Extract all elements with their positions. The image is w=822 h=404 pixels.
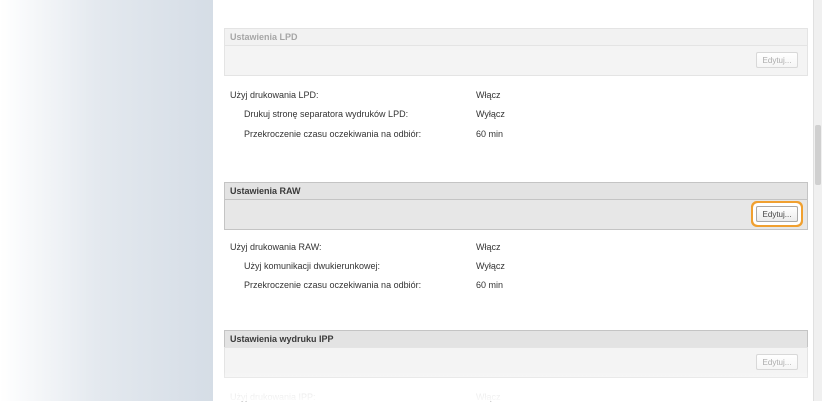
lpd-enable-label: Użyj drukowania LPD: xyxy=(230,90,319,100)
raw-enable-value: Włącz xyxy=(476,242,501,252)
lpd-timeout-label: Przekroczenie czasu oczekiwania na odbió… xyxy=(244,129,422,139)
raw-settings-section: Ustawienia RAW Edytuj... xyxy=(224,182,808,230)
raw-edit-button[interactable]: Edytuj... xyxy=(756,206,798,222)
scrollbar-thumb[interactable] xyxy=(815,125,821,185)
raw-bidirectional-value: Wyłącz xyxy=(476,261,505,271)
lpd-separator-label: Drukuj stronę separatora wydruków LPD: xyxy=(244,109,409,119)
ipp-edit-button[interactable]: Edytuj... xyxy=(756,354,798,370)
bottom-fade-overlay xyxy=(213,371,813,401)
lpd-timeout-value: 60 min xyxy=(476,129,504,139)
lpd-section-title: Ustawienia LPD xyxy=(224,28,808,45)
raw-settings-values: Użyj drukowania RAW: Włącz Użyj komunika… xyxy=(230,240,790,300)
raw-section-title: Ustawienia RAW xyxy=(224,182,808,199)
lpd-edit-button[interactable]: Edytuj... xyxy=(756,52,798,68)
raw-bidirectional-label: Użyj komunikacji dwukierunkowej: xyxy=(244,261,381,271)
settings-content: Ustawienia LPD Edytuj... Użyj drukowania… xyxy=(213,0,813,402)
lpd-separator-value: Wyłącz xyxy=(476,109,505,119)
raw-toolbar: Edytuj... xyxy=(224,199,808,230)
vertical-scrollbar[interactable] xyxy=(813,0,822,401)
lpd-enable-value: Włącz xyxy=(476,90,501,100)
lpd-toolbar: Edytuj... xyxy=(224,45,808,76)
left-navigation-panel xyxy=(0,0,213,401)
raw-enable-label: Użyj drukowania RAW: xyxy=(230,242,322,252)
lpd-settings-values: Użyj drukowania LPD: Włącz Drukuj stronę… xyxy=(230,88,790,148)
lpd-settings-section: Ustawienia LPD Edytuj... xyxy=(224,28,808,76)
raw-timeout-value: 60 min xyxy=(476,280,504,290)
raw-timeout-label: Przekroczenie czasu oczekiwania na odbió… xyxy=(244,280,422,290)
ipp-section-title: Ustawienia wydruku IPP xyxy=(224,330,808,347)
